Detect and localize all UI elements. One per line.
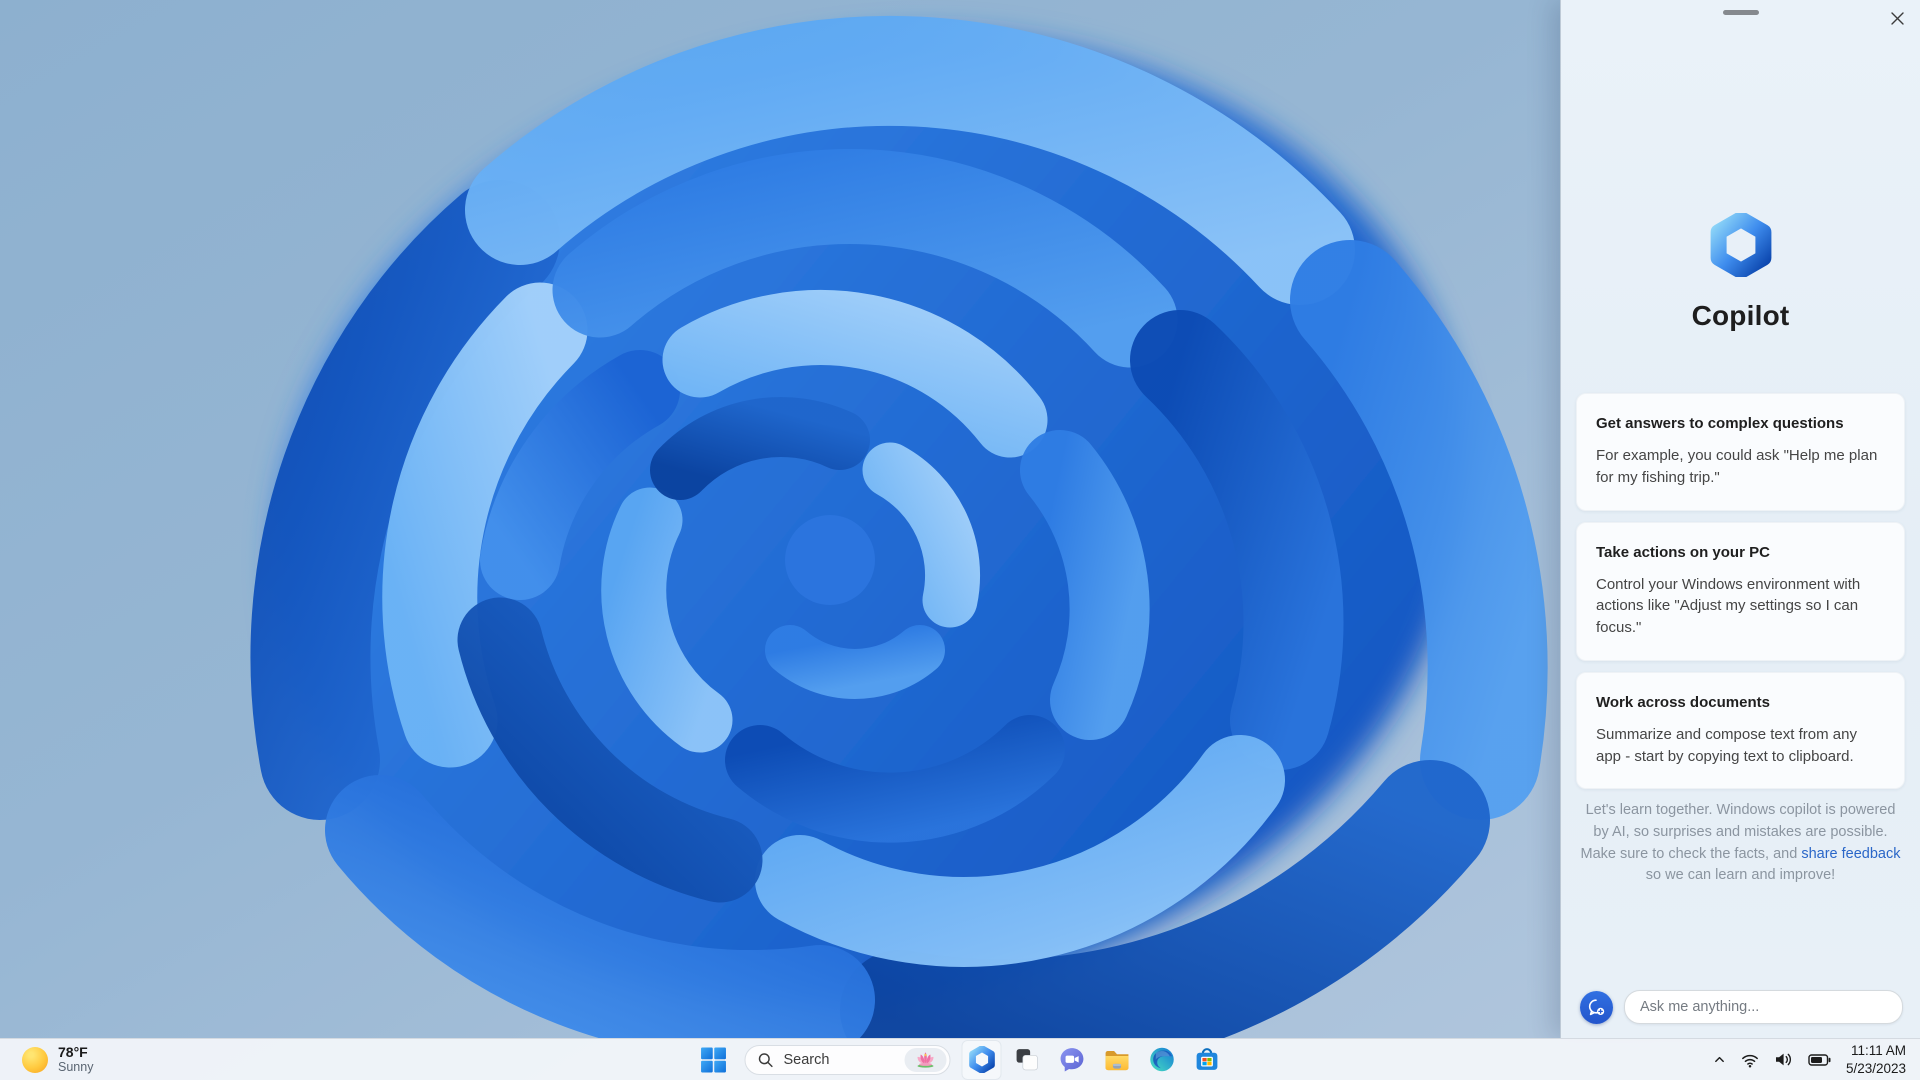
- file-explorer-icon: [1105, 1050, 1128, 1071]
- card-title: Work across documents: [1596, 693, 1770, 711]
- start-button[interactable]: [694, 1040, 734, 1080]
- chevron-up-icon: [1715, 1056, 1724, 1063]
- copilot-sidebar: Copilot Get answers to complex questions…: [1560, 0, 1920, 1038]
- battery-button[interactable]: [1808, 1053, 1831, 1067]
- card-body: Control your Windows environment with ac…: [1596, 575, 1861, 637]
- search-box[interactable]: Search: [744, 1044, 951, 1075]
- card-take-actions[interactable]: Take actions on your PC Control your Win…: [1576, 521, 1905, 661]
- taskbar-center: Search: [694, 1039, 1227, 1080]
- battery-icon: [1808, 1053, 1831, 1066]
- close-button[interactable]: [1884, 5, 1910, 31]
- copilot-title: Copilot: [1691, 300, 1790, 331]
- weather-widget[interactable]: 78°F Sunny: [16, 1039, 99, 1080]
- copilot-icon: [968, 1046, 995, 1073]
- taskbar-app-edge[interactable]: [1142, 1040, 1182, 1080]
- taskbar-app-chat[interactable]: [1052, 1040, 1092, 1080]
- chat-icon: [1060, 1048, 1083, 1072]
- taskbar: 78°F Sunny Search 11:11 AM 5/23/2023: [0, 1038, 1920, 1080]
- share-feedback-link[interactable]: share feedback: [1801, 846, 1900, 862]
- taskbar-app-copilot[interactable]: [961, 1039, 1002, 1080]
- wifi-icon: [1741, 1054, 1758, 1067]
- suggestion-cards: Get answers to complex questions For exa…: [1576, 393, 1905, 790]
- system-tray: 11:11 AM 5/23/2023: [1713, 1039, 1920, 1080]
- start-icon: [701, 1047, 726, 1072]
- search-icon: [758, 1052, 773, 1067]
- chat-input-row: [1580, 990, 1903, 1024]
- card-body: Summarize and compose text from any app …: [1596, 725, 1857, 765]
- clock-time: 11:11 AM: [1850, 1042, 1906, 1058]
- network-button[interactable]: [1741, 1052, 1759, 1068]
- disclaimer-text: so we can learn and improve!: [1645, 867, 1836, 884]
- close-icon: [1890, 11, 1904, 25]
- weather-condition: Sunny: [58, 1060, 94, 1075]
- clock-date: 5/23/2023: [1845, 1060, 1906, 1076]
- tray-overflow-button[interactable]: [1713, 1053, 1726, 1066]
- weather-temperature: 78°F: [58, 1044, 88, 1061]
- search-label: Search: [783, 1051, 830, 1068]
- clock[interactable]: 11:11 AM 5/23/2023: [1846, 1042, 1906, 1077]
- taskbar-app-store[interactable]: [1187, 1040, 1227, 1080]
- volume-button[interactable]: [1774, 1051, 1793, 1068]
- task-view-icon: [1016, 1049, 1038, 1071]
- card-work-documents[interactable]: Work across documents Summarize and comp…: [1576, 671, 1905, 790]
- card-complex-questions[interactable]: Get answers to complex questions For exa…: [1576, 393, 1905, 511]
- copilot-logo: [1710, 213, 1771, 277]
- new-chat-icon: [1588, 998, 1605, 1015]
- card-body: For example, you could ask "Help me plan…: [1596, 447, 1878, 486]
- volume-icon: [1775, 1053, 1791, 1066]
- sun-icon: [22, 1046, 48, 1073]
- store-icon: [1196, 1048, 1217, 1070]
- card-title: Take actions on your PC: [1596, 543, 1770, 561]
- ask-me-anything-input[interactable]: [1624, 990, 1903, 1024]
- card-title: Get answers to complex questions: [1596, 415, 1844, 432]
- lotus-icon: [917, 1052, 934, 1068]
- search-highlight-badge[interactable]: [904, 1047, 947, 1072]
- ai-disclaimer: Let's learn together. Windows copilot is…: [1577, 800, 1904, 887]
- taskbar-app-file-explorer[interactable]: [1097, 1040, 1137, 1080]
- taskbar-app-task-view[interactable]: [1007, 1040, 1047, 1080]
- new-chat-button[interactable]: [1580, 990, 1613, 1024]
- drag-handle[interactable]: [1723, 10, 1759, 15]
- edge-icon: [1149, 1047, 1174, 1072]
